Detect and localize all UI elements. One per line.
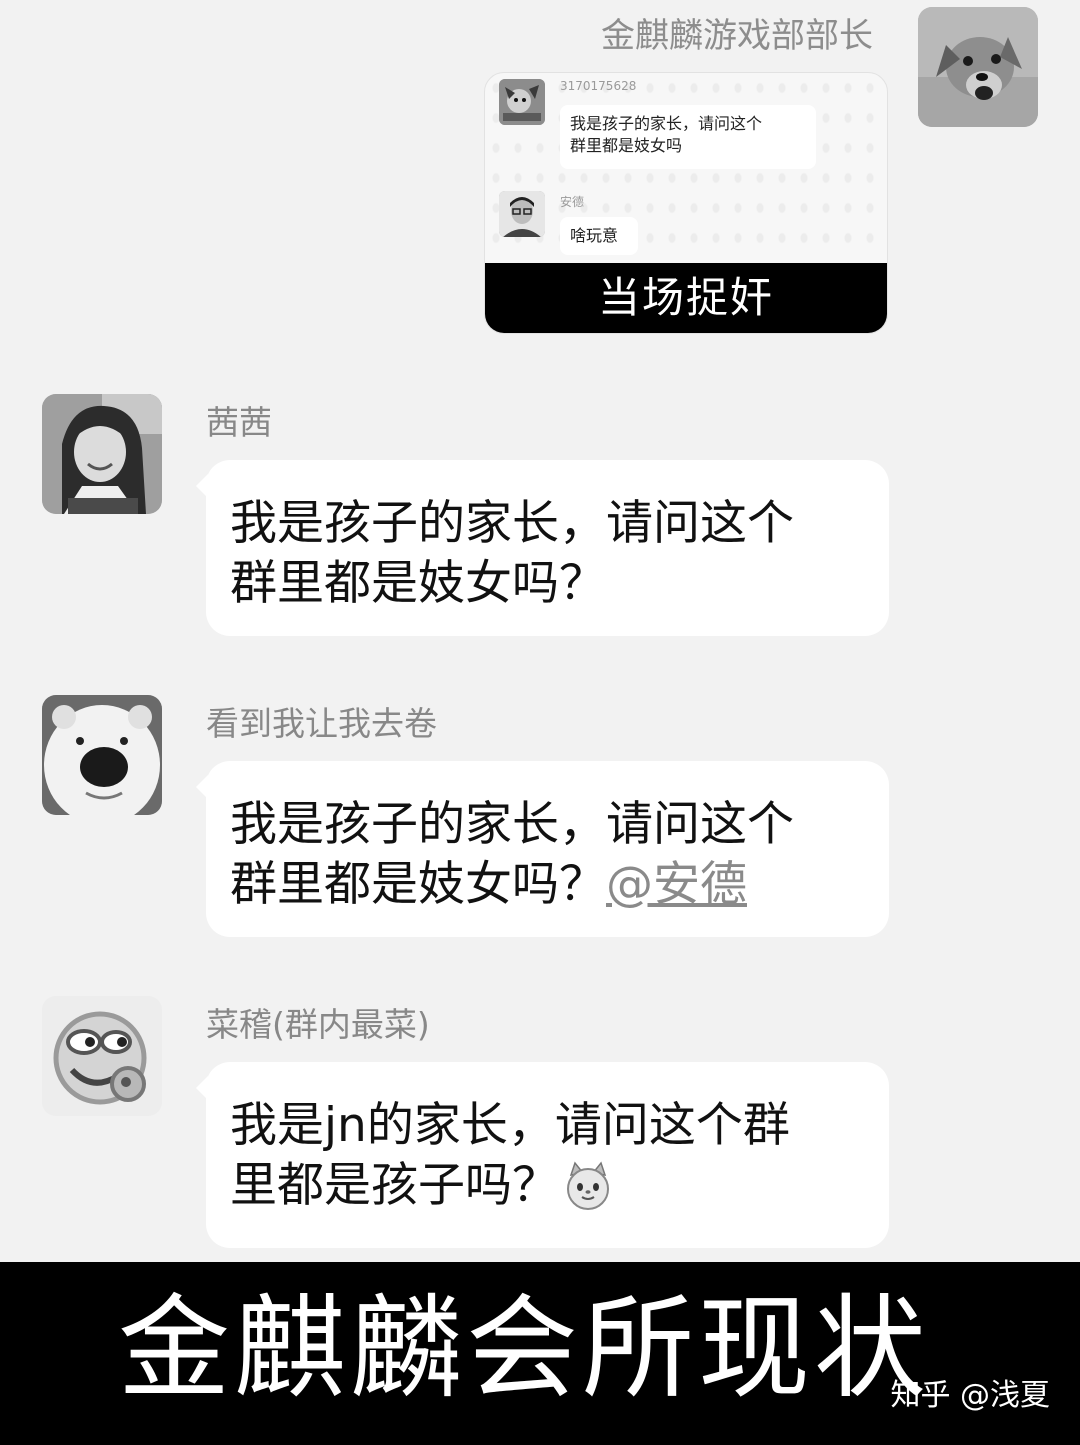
quoted-message-line: 我是孩子的家长，请问这个 <box>570 114 763 133</box>
message-line: 我是孩子的家长，请问这个 <box>230 797 794 852</box>
message-line: 里都是孩子吗？ <box>230 1156 865 1216</box>
message-bubble[interactable]: 我是孩子的家长，请问这个 群里都是妓女吗？ <box>196 460 889 636</box>
bubble-tail <box>196 775 208 799</box>
self-sender-name: 金麒麟游戏部部长 <box>601 16 873 56</box>
message-bubble[interactable]: 我是孩子的家长，请问这个 群里都是妓女吗？@安德 <box>196 761 889 937</box>
zhihu-watermark: 知乎 @浅夏 <box>890 1378 1050 1413</box>
message-line: 我是jn的家长，请问这个群 <box>230 1098 790 1153</box>
quoted-screenshot-card[interactable]: 3170175628 我是孩子的家长，请问这个 群里都是妓女吗 安德 啥玩意 当… <box>484 72 888 334</box>
bubble-tail <box>196 474 208 498</box>
person-avatar <box>499 191 545 237</box>
white-bear-avatar[interactable] <box>42 695 162 815</box>
quoted-message-bubble: 我是孩子的家长，请问这个 群里都是妓女吗 <box>560 105 816 169</box>
quoted-sender-name: 3170175628 <box>560 79 637 93</box>
sender-name: 茜茜 <box>206 403 272 442</box>
footer-banner: 金麒麟会所现状 知乎 @浅夏 <box>0 1262 1080 1445</box>
cartoon-avatar <box>499 79 545 125</box>
quoted-message-bubble: 啥玩意 <box>560 217 638 255</box>
message-text: 里都是孩子吗？ <box>230 1158 559 1213</box>
quoted-message-line: 群里都是妓女吗 <box>570 136 683 155</box>
girl-avatar[interactable] <box>42 394 162 514</box>
cat-face-emoji <box>563 1161 613 1211</box>
quoted-message-line: 啥玩意 <box>570 226 619 245</box>
message-line: 我是孩子的家长，请问这个 <box>230 496 794 551</box>
dog-avatar[interactable] <box>918 7 1038 127</box>
quoted-image-caption: 当场捉奸 <box>485 263 887 333</box>
quoted-sender-name: 安德 <box>560 195 585 209</box>
mention-link[interactable]: @安德 <box>606 857 747 912</box>
bubble-tail <box>196 1076 208 1100</box>
chat-background-pattern <box>485 73 887 265</box>
sender-name: 菜稽(群内最菜) <box>206 1005 430 1044</box>
message-line: 群里都是妓女吗？ <box>230 556 606 611</box>
sender-name: 看到我让我去卷 <box>206 704 437 743</box>
message-text: 群里都是妓女吗？ <box>230 857 606 912</box>
smirk-emoji-avatar[interactable] <box>42 996 162 1116</box>
footer-title: 金麒麟会所现状 <box>118 1284 930 1414</box>
message-line: 群里都是妓女吗？@安德 <box>230 855 865 915</box>
message-bubble[interactable]: 我是jn的家长，请问这个群 里都是孩子吗？ <box>196 1062 889 1248</box>
